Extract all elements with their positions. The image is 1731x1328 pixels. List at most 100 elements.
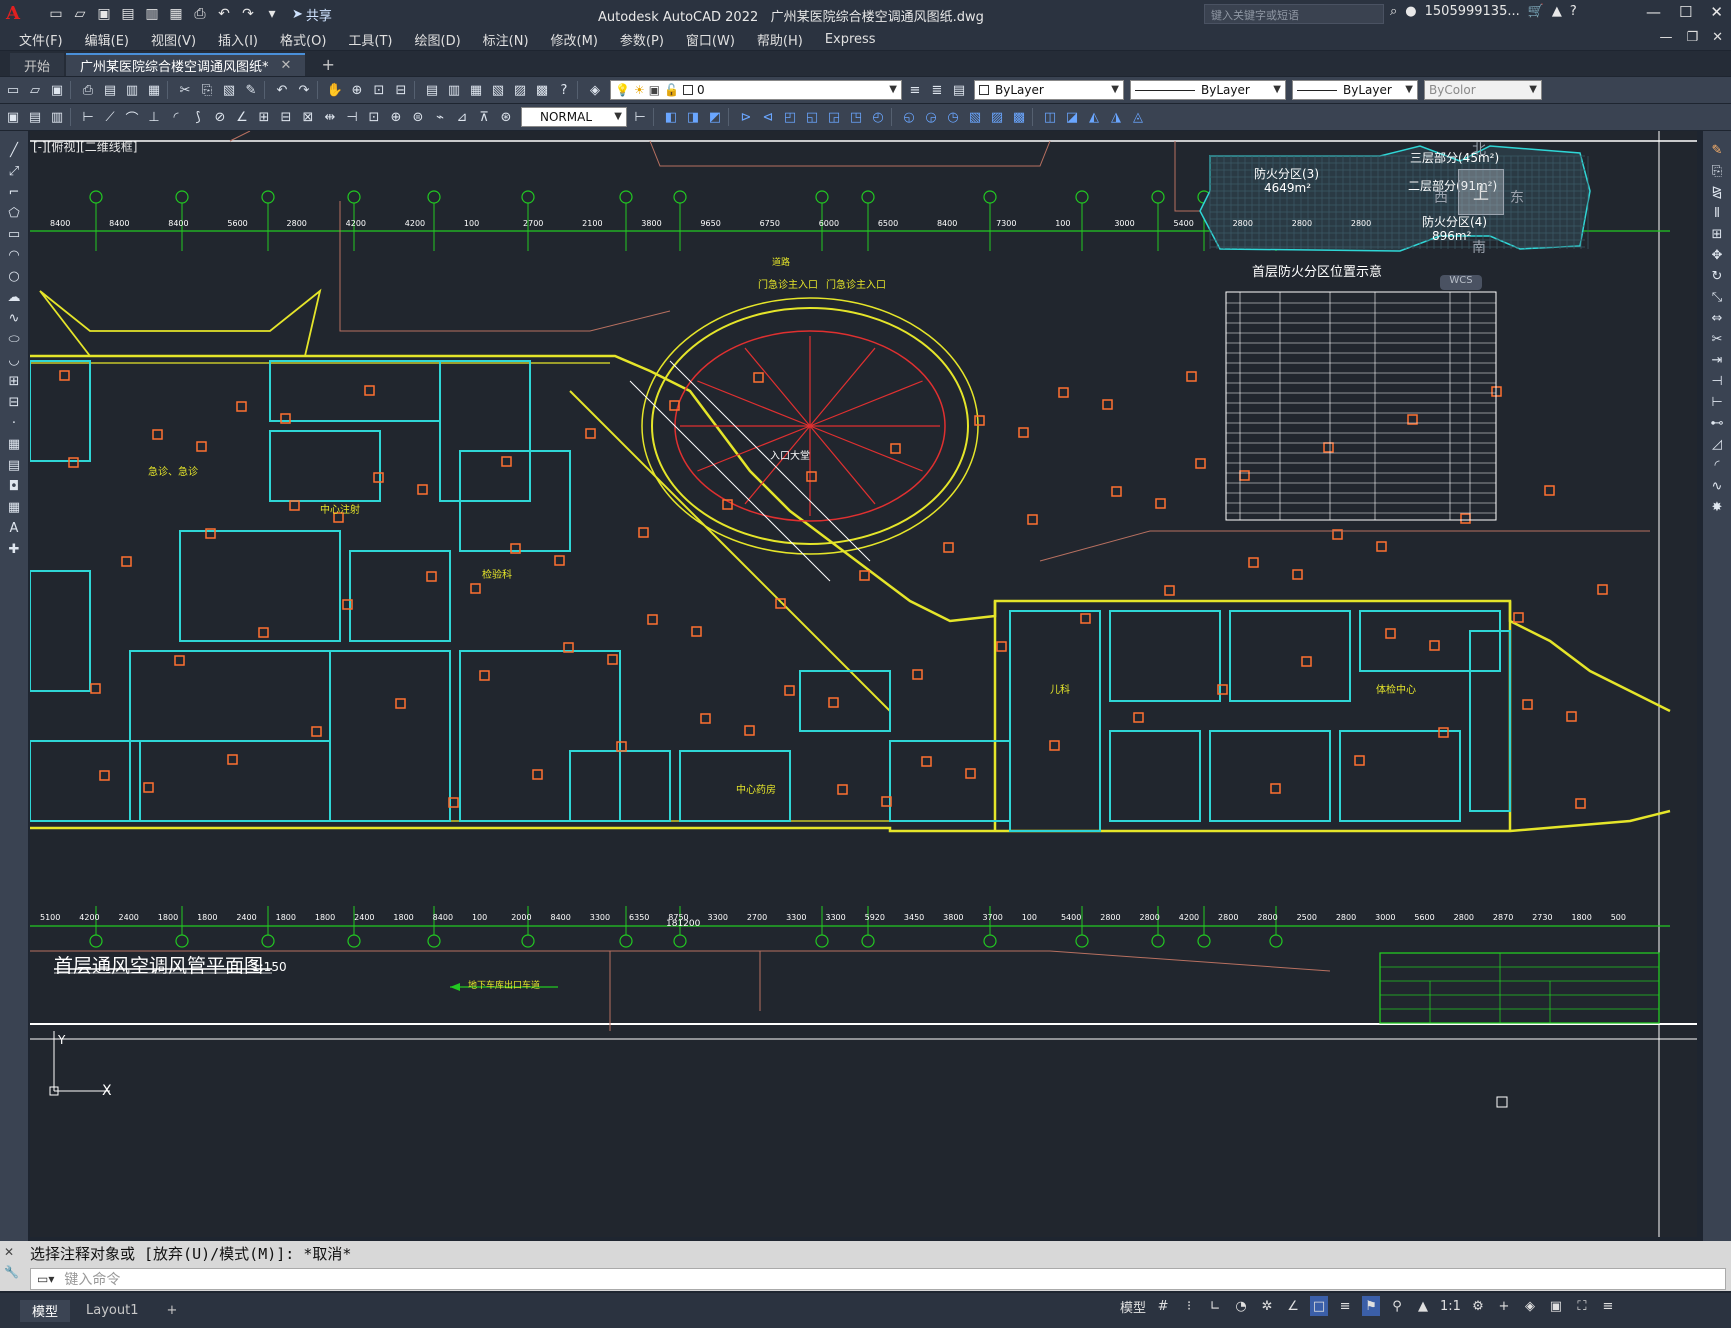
- save-toolbar-icon[interactable]: ▣: [48, 81, 66, 99]
- redo-toolbar-icon[interactable]: ↷: [295, 81, 313, 99]
- share-button[interactable]: ➤ 共享: [292, 5, 332, 24]
- add-selected-icon[interactable]: ✚: [4, 540, 24, 558]
- modify-16-icon[interactable]: ▩: [1010, 108, 1028, 126]
- tab-start[interactable]: 开始: [10, 53, 65, 76]
- dim-space-icon[interactable]: ⇹: [321, 108, 339, 126]
- tab-document[interactable]: 广州某医院综合楼空调通风图纸* ✕: [66, 53, 306, 76]
- menu-format[interactable]: 格式(O): [269, 30, 337, 49]
- annotation-visibility-icon[interactable]: ⚑: [1362, 1296, 1381, 1316]
- hardware-accel-icon[interactable]: ▣: [1547, 1296, 1565, 1316]
- hatch-icon[interactable]: ▦: [4, 435, 24, 453]
- modify-20-icon[interactable]: ◮: [1107, 108, 1125, 126]
- table-icon[interactable]: ▦: [4, 498, 24, 516]
- modify-15-icon[interactable]: ▨: [988, 108, 1006, 126]
- modify-2-icon[interactable]: ◨: [684, 108, 702, 126]
- search-icon[interactable]: ⌕: [1390, 4, 1397, 19]
- viewcube-top[interactable]: 上: [1458, 169, 1504, 215]
- object-snap-tracking-icon[interactable]: ∠: [1284, 1296, 1302, 1316]
- menu-insert[interactable]: 插入(I): [207, 30, 269, 49]
- tab-close-icon[interactable]: ✕: [281, 58, 292, 73]
- autocad-logo-icon[interactable]: A: [6, 3, 28, 25]
- mtext-icon[interactable]: A: [4, 519, 24, 537]
- break-point-icon[interactable]: ⊣: [1707, 372, 1727, 390]
- linear-dim-icon[interactable]: ⊢: [79, 108, 97, 126]
- modify-12-icon[interactable]: ◶: [922, 108, 940, 126]
- help-icon[interactable]: ?: [1570, 4, 1577, 19]
- customize-dropdown-icon[interactable]: ▾: [262, 5, 282, 23]
- new-tab-button[interactable]: +: [313, 53, 342, 76]
- layer-properties-icon[interactable]: ◈: [586, 81, 604, 99]
- zoom-realtime-icon[interactable]: ⊕: [348, 81, 366, 99]
- open-icon[interactable]: ▱: [26, 81, 44, 99]
- command-prompt-icon[interactable]: ▭▾: [37, 1272, 54, 1286]
- ellipse-icon[interactable]: ⬭: [4, 330, 24, 348]
- circle-icon[interactable]: ○: [4, 267, 24, 285]
- linetype-dropdown[interactable]: ByLayer ▼: [1130, 80, 1286, 100]
- tool-palettes-icon[interactable]: ▦: [467, 81, 485, 99]
- lineweight-icon[interactable]: ≡: [1336, 1296, 1354, 1316]
- make-current-layer-icon[interactable]: ≡: [906, 81, 924, 99]
- array-icon[interactable]: ⊞: [1707, 225, 1727, 243]
- offset-icon[interactable]: ⫴: [1707, 204, 1727, 222]
- modify-19-icon[interactable]: ◭: [1085, 108, 1103, 126]
- save-as-icon[interactable]: ▤: [118, 5, 138, 23]
- tab-model[interactable]: 模型: [20, 1299, 71, 1322]
- new-file-icon[interactable]: ▭: [46, 5, 66, 23]
- annotation-scale-value[interactable]: 1:1: [1440, 1299, 1461, 1314]
- doc-minimize-icon[interactable]: —: [1659, 30, 1672, 45]
- diameter-icon[interactable]: ⊘: [211, 108, 229, 126]
- dimstyle-icon[interactable]: ⊢: [631, 108, 649, 126]
- pan-icon[interactable]: ✋: [326, 81, 344, 99]
- isodraft-icon[interactable]: ✲: [1258, 1296, 1276, 1316]
- region-icon[interactable]: ◘: [4, 477, 24, 495]
- modify-10-icon[interactable]: ◴: [869, 108, 887, 126]
- isolate-icon[interactable]: ◈: [1521, 1296, 1539, 1316]
- viewcube-south[interactable]: 南: [1472, 237, 1486, 257]
- extend-icon[interactable]: ⇥: [1707, 351, 1727, 369]
- autodesk-app-icon[interactable]: ▲: [1552, 4, 1562, 19]
- chamfer-icon[interactable]: ◿: [1707, 435, 1727, 453]
- radius-icon[interactable]: ◜: [167, 108, 185, 126]
- layer-previous-icon[interactable]: ≣: [928, 81, 946, 99]
- ortho-icon[interactable]: ∟: [1206, 1296, 1224, 1316]
- modify-1-icon[interactable]: ◧: [662, 108, 680, 126]
- mirror-icon[interactable]: ⧎: [1707, 183, 1727, 201]
- fillet-icon[interactable]: ◜: [1707, 456, 1727, 474]
- customization-icon[interactable]: ≡: [1599, 1296, 1617, 1316]
- plus-icon[interactable]: +: [1495, 1296, 1513, 1316]
- undo-icon[interactable]: ↶: [214, 5, 234, 23]
- menu-view[interactable]: 视图(V): [140, 30, 207, 49]
- sheetset-icon[interactable]: ▧: [489, 81, 507, 99]
- angular-icon[interactable]: ∠: [233, 108, 251, 126]
- explode-icon[interactable]: ✸: [1707, 498, 1727, 516]
- modify-7-icon[interactable]: ◱: [803, 108, 821, 126]
- user-name[interactable]: 1505999135...: [1425, 4, 1520, 19]
- viewcube-east[interactable]: 东: [1510, 187, 1524, 207]
- menu-dimension[interactable]: 标注(N): [472, 30, 540, 49]
- layer-dropdown[interactable]: 💡 ☀ ▣ 🔓 0 ▼: [610, 80, 902, 100]
- menu-window[interactable]: 窗口(W): [675, 30, 746, 49]
- minimize-icon[interactable]: —: [1646, 3, 1661, 21]
- inspection-icon[interactable]: ⊜: [409, 108, 427, 126]
- modify-8-icon[interactable]: ◲: [825, 108, 843, 126]
- baseline-icon[interactable]: ⊟: [277, 108, 295, 126]
- menu-draw[interactable]: 绘图(D): [404, 30, 472, 49]
- calculator-icon[interactable]: ▩: [533, 81, 551, 99]
- cart-icon[interactable]: 🛒: [1528, 4, 1544, 19]
- qnew-icon[interactable]: ▭: [4, 81, 22, 99]
- lineweight-dropdown[interactable]: ByLayer ▼: [1292, 80, 1418, 100]
- center-mark-icon[interactable]: ⊕: [387, 108, 405, 126]
- wcs-button[interactable]: WCS: [1440, 275, 1482, 290]
- dimstyle-dropdown[interactable]: NORMAL ▼: [521, 107, 627, 127]
- customize-command-icon[interactable]: 🔧: [4, 1265, 19, 1279]
- tab-layout1[interactable]: Layout1: [74, 1300, 150, 1322]
- arc-icon[interactable]: ◠: [4, 246, 24, 264]
- viewcube[interactable]: 北 西 东 南 上: [1434, 139, 1530, 259]
- doc-restore-icon[interactable]: ❐: [1686, 30, 1698, 45]
- jogged-icon[interactable]: ⟆: [189, 108, 207, 126]
- maximize-icon[interactable]: ☐: [1679, 3, 1692, 21]
- zoom-previous-icon[interactable]: ⊟: [392, 81, 410, 99]
- modify-14-icon[interactable]: ▧: [966, 108, 984, 126]
- undo-toolbar-icon[interactable]: ↶: [273, 81, 291, 99]
- continue-icon[interactable]: ⊠: [299, 108, 317, 126]
